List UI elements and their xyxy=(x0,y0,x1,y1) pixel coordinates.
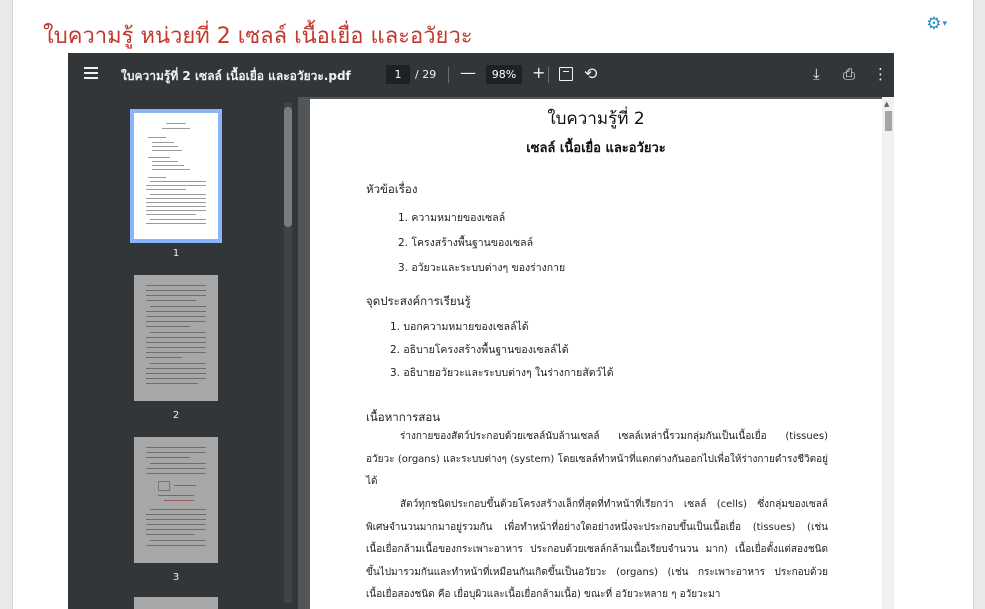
pdf-toolbar: ใบความรู้ที่ 2 เซลล์ เนื้อเยื่อ และอวัยว… xyxy=(68,53,894,97)
paragraph-text: สัตว์ทุกชนิดประกอบขึ้นด้วยโครงสร้างเล็กท… xyxy=(366,499,828,600)
document-heading: ใบความรู้ที่ 2 xyxy=(547,109,645,129)
paragraph: สัตว์ทุกชนิดประกอบขึ้นด้วยโครงสร้างเล็กท… xyxy=(366,494,828,607)
file-name: ใบความรู้ที่ 2 เซลล์ เนื้อเยื่อ และอวัยว… xyxy=(121,69,351,83)
scroll-up-icon[interactable]: ▲ xyxy=(884,100,889,108)
menu-icon[interactable] xyxy=(84,67,98,81)
toolbar-divider xyxy=(448,67,449,83)
pdf-page: ใบความรู้ที่ 2 เซลล์ เนื้อเยื่อ และอวัยว… xyxy=(310,99,882,609)
download-icon[interactable]: ⤓ xyxy=(813,65,820,83)
objective-item: 1. บอกความหมายของเซลล์ได้ xyxy=(390,321,529,333)
objective-item: 2. อธิบายโครงสร้างพื้นฐานของเซลล์ได้ xyxy=(390,344,569,356)
page-thumbnail-3[interactable] xyxy=(134,437,218,563)
zoom-out-button[interactable]: — xyxy=(460,63,476,83)
zoom-input[interactable]: 98% xyxy=(486,65,522,84)
objective-item: 3. อธิบายอวัยวะและระบบต่างๆ ในร่างกายสัต… xyxy=(390,367,614,379)
topics-title: หัวข้อเรื่อง xyxy=(366,182,418,196)
page-thumbnail-1[interactable] xyxy=(130,109,222,243)
page-thumbnail-4[interactable] xyxy=(134,597,218,609)
document-subheading: เซลล์ เนื้อเยื่อ และอวัยวะ xyxy=(526,141,666,156)
pdf-viewer: ใบความรู้ที่ 2 เซลล์ เนื้อเยื่อ และอวัยว… xyxy=(68,53,894,609)
thumbnail-label: 1 xyxy=(172,248,180,259)
toolbar-divider xyxy=(548,67,549,83)
gear-icon[interactable]: ⚙▾ xyxy=(926,16,947,33)
page-thumbnail-2[interactable] xyxy=(134,275,218,401)
thumbnail-label: 3 xyxy=(172,572,180,583)
topic-item: 2. โครงสร้างพื้นฐานของเซลล์ xyxy=(398,237,534,249)
paragraph-text: ร่างกายของสัตว์ประกอบด้วยเซลล์นับล้านเซล… xyxy=(366,431,828,487)
document-area: ใบความรู้ที่ 2 เซลล์ เนื้อเยื่อ และอวัยว… xyxy=(298,97,894,609)
rotate-icon[interactable]: ⟲ xyxy=(584,64,597,83)
print-icon[interactable]: ⎙ xyxy=(843,65,855,83)
topic-item: 1. ความหมายของเซลล์ xyxy=(398,212,506,224)
sidebar-scrollbar-thumb[interactable] xyxy=(284,107,292,227)
topic-item: 3. อวัยวะและระบบต่างๆ ของร่างกาย xyxy=(398,262,566,274)
paragraph: ร่างกายของสัตว์ประกอบด้วยเซลล์นับล้านเซล… xyxy=(366,426,828,494)
thumbnail-label: 2 xyxy=(172,410,180,421)
objectives-title: จุดประสงค์การเรียนรู้ xyxy=(366,294,471,308)
page-number-input[interactable]: 1 xyxy=(386,65,410,84)
zoom-in-button[interactable]: + xyxy=(532,63,545,83)
thumbnail-sidebar: 1 2 3 xyxy=(68,97,298,609)
document-scrollbar-thumb[interactable] xyxy=(885,111,892,131)
content-title: เนื้อหาการสอน xyxy=(366,410,441,424)
page-title: ใบความรู้ หน่วยที่ 2 เซลล์ เนื้อเยื่อ แล… xyxy=(43,24,473,49)
document-scrollbar[interactable] xyxy=(882,97,894,609)
more-options-icon[interactable]: ⋮ xyxy=(873,65,888,83)
chevron-down-icon: ▾ xyxy=(942,18,947,29)
page-total: / 29 xyxy=(415,68,437,81)
fit-page-icon[interactable] xyxy=(559,67,573,81)
